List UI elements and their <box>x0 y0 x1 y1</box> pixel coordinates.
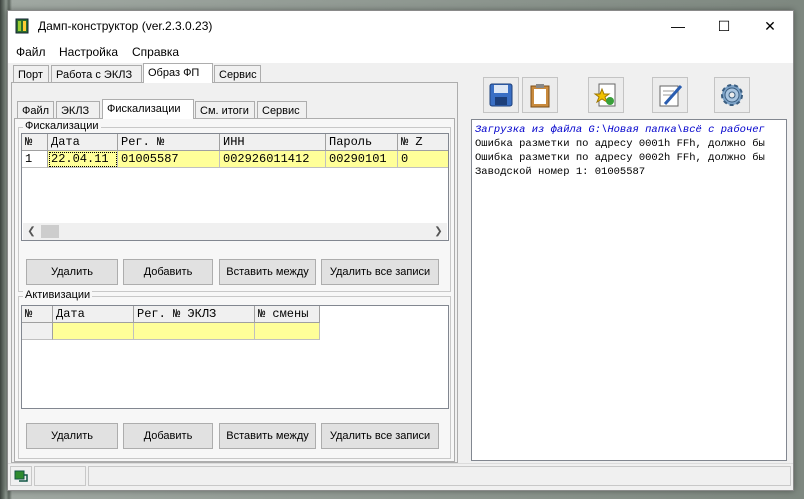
act-delete-button[interactable]: Удалить <box>26 423 118 449</box>
save-icon <box>489 83 513 107</box>
scroll-right-icon[interactable]: ❯ <box>430 223 447 240</box>
col-header-password[interactable]: Пароль <box>326 134 398 151</box>
menu-file[interactable]: Файл <box>16 45 46 59</box>
paste-button[interactable] <box>522 77 558 113</box>
status-bar <box>8 463 793 490</box>
date-cell[interactable]: 22.04.11 <box>48 151 118 168</box>
fiscalizations-panel: Фискализации № Дата Рег. № ИНН Пароль № … <box>14 118 455 462</box>
log-line: Ошибка разметки по адресу 0002h FFh, дол… <box>475 152 765 164</box>
connection-icon <box>14 470 28 482</box>
subtab-fiscalizations[interactable]: Фискализации <box>102 99 194 119</box>
right-pane: Загрузка из файла G:\Новая папка\всё с р… <box>462 63 792 463</box>
act-reg-cell[interactable] <box>134 323 255 340</box>
activations-group: Активизации № Дата Рег. № ЭКЛЗ № смены У… <box>18 289 451 459</box>
minimize-button[interactable]: — <box>655 11 701 41</box>
scroll-left-icon[interactable]: ❮ <box>23 223 40 240</box>
act-col-header-num[interactable]: № <box>22 306 53 323</box>
fp-image-panel: Файл ЭКЛЗ Фискализации См. итоги Сервис … <box>11 82 458 463</box>
log-line: Загрузка из файла G:\Новая папка\всё с р… <box>475 124 765 136</box>
status-cell-2 <box>34 466 86 486</box>
act-col-header-shift[interactable]: № смены <box>255 306 320 323</box>
fiscal-delete-button[interactable]: Удалить <box>26 259 118 285</box>
col-header-date[interactable]: Дата <box>48 134 118 151</box>
log-line: Ошибка разметки по адресу 0001h FFh, дол… <box>475 138 765 150</box>
status-cell-3 <box>88 466 791 486</box>
maximize-button[interactable]: ☐ <box>701 11 747 41</box>
col-header-num[interactable]: № <box>22 134 48 151</box>
pen-document-icon <box>659 85 683 107</box>
row-num-cell[interactable]: 1 <box>22 151 48 168</box>
subtab-eklz[interactable]: ЭКЛЗ <box>56 101 100 119</box>
reg-cell[interactable]: 01005587 <box>118 151 220 168</box>
clipboard-icon <box>530 84 550 108</box>
act-delete-all-button[interactable]: Удалить все записи <box>321 423 439 449</box>
fiscalizations-grid[interactable]: № Дата Рег. № ИНН Пароль № Z 1 22.04.11 … <box>21 133 449 241</box>
star-document-icon <box>593 83 616 107</box>
inn-cell[interactable]: 002926011412 <box>220 151 326 168</box>
act-col-header-date[interactable]: Дата <box>53 306 134 323</box>
activations-grid[interactable]: № Дата Рег. № ЭКЛЗ № смены <box>21 305 449 409</box>
tab-port[interactable]: Порт <box>13 65 49 83</box>
status-cell-icon <box>10 466 32 486</box>
settings-button[interactable] <box>714 77 750 113</box>
activations-group-label: Активизации <box>23 289 93 301</box>
subtab-shift-totals[interactable]: См. итоги <box>195 101 255 119</box>
col-header-z[interactable]: № Z <box>398 134 448 151</box>
scroll-thumb[interactable] <box>41 225 59 238</box>
menu-settings[interactable]: Настройка <box>59 45 118 59</box>
fiscal-insert-between-button[interactable]: Вставить между <box>219 259 316 285</box>
edit-document-button[interactable] <box>652 77 688 113</box>
act-row-num-cell[interactable] <box>22 323 53 340</box>
z-cell[interactable]: 0 <box>398 151 448 168</box>
log-line: Заводской номер 1: 01005587 <box>475 166 646 178</box>
subtab-file[interactable]: Файл <box>17 101 54 119</box>
subtab-service[interactable]: Сервис <box>257 101 307 119</box>
new-document-button[interactable] <box>588 77 624 113</box>
left-pane: Порт Работа с ЭКЛЗ Образ ФП Сервис Файл … <box>11 63 458 463</box>
col-header-inn[interactable]: ИНН <box>220 134 326 151</box>
close-button[interactable]: ✕ <box>747 11 793 41</box>
app-window: Дамп-конструктор (ver.2.3.0.23) — ☐ ✕ Фа… <box>7 10 794 491</box>
act-col-header-reg[interactable]: Рег. № ЭКЛЗ <box>134 306 255 323</box>
fiscalizations-hscrollbar[interactable]: ❮ ❯ <box>23 223 447 240</box>
act-shift-cell[interactable] <box>255 323 320 340</box>
save-button[interactable] <box>483 77 519 113</box>
tab-eklz-work[interactable]: Работа с ЭКЛЗ <box>51 65 142 83</box>
fiscalizations-group-label: Фискализации <box>23 120 101 132</box>
act-date-cell[interactable] <box>53 323 134 340</box>
col-header-reg[interactable]: Рег. № <box>118 134 220 151</box>
gear-icon <box>721 84 743 106</box>
fiscal-add-button[interactable]: Добавить <box>123 259 213 285</box>
fiscalizations-group: Фискализации № Дата Рег. № ИНН Пароль № … <box>18 120 451 292</box>
app-icon <box>15 18 29 34</box>
fiscal-delete-all-button[interactable]: Удалить все записи <box>321 259 439 285</box>
tab-service[interactable]: Сервис <box>214 65 261 83</box>
menu-help[interactable]: Справка <box>132 45 179 59</box>
act-add-button[interactable]: Добавить <box>123 423 213 449</box>
tab-fp-image[interactable]: Образ ФП <box>143 63 213 83</box>
menu-bar: Файл Настройка Справка <box>8 41 793 63</box>
password-cell[interactable]: 00290101 <box>326 151 398 168</box>
title-bar[interactable]: Дамп-конструктор (ver.2.3.0.23) — ☐ ✕ <box>8 11 793 41</box>
window-title: Дамп-конструктор (ver.2.3.0.23) <box>38 19 213 33</box>
log-output[interactable]: Загрузка из файла G:\Новая папка\всё с р… <box>471 119 787 461</box>
act-insert-between-button[interactable]: Вставить между <box>219 423 316 449</box>
